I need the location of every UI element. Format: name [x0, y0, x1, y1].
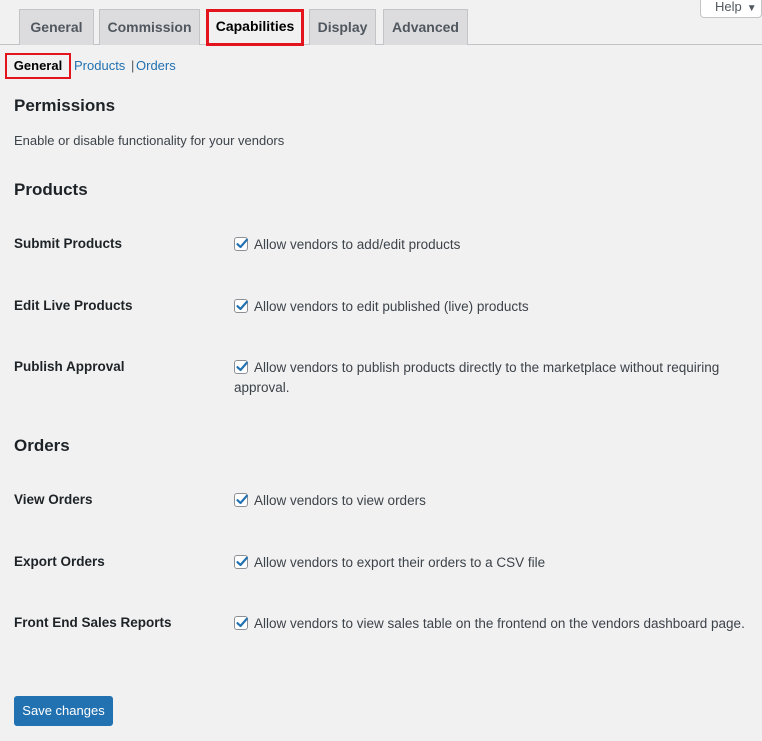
permissions-description: Enable or disable functionality for your…: [14, 133, 285, 148]
edit-live-products-field[interactable]: Allow vendors to edit published (live) p…: [234, 297, 754, 317]
checkmark-icon: [236, 238, 248, 249]
view-orders-field[interactable]: Allow vendors to view orders: [234, 491, 754, 511]
front-end-sales-reports-label: Front End Sales Reports: [14, 615, 172, 630]
export-orders-field[interactable]: Allow vendors to export their orders to …: [234, 553, 754, 573]
publish-approval-label: Publish Approval: [14, 359, 125, 374]
permissions-heading: Permissions: [14, 96, 116, 115]
save-changes-button[interactable]: Save changes: [14, 696, 113, 726]
publish-approval-field[interactable]: Allow vendors to publish products direct…: [234, 358, 754, 398]
tab-display[interactable]: Display: [309, 9, 376, 45]
front-end-sales-reports-text: Allow vendors to view sales table on the…: [254, 616, 745, 631]
tab-general[interactable]: General: [19, 9, 94, 45]
export-orders-label: Export Orders: [14, 554, 105, 569]
submit-products-checkbox[interactable]: [234, 237, 248, 251]
tab-commission[interactable]: Commission: [99, 9, 200, 45]
subnav-separator: |: [131, 58, 135, 73]
edit-live-products-text: Allow vendors to edit published (live) p…: [254, 299, 529, 314]
export-orders-checkbox[interactable]: [234, 555, 248, 569]
publish-approval-checkbox[interactable]: [234, 360, 248, 374]
edit-live-products-label: Edit Live Products: [14, 298, 133, 313]
view-orders-label: View Orders: [14, 492, 93, 507]
submit-products-field[interactable]: Allow vendors to add/edit products: [234, 235, 754, 255]
publish-approval-text: Allow vendors to publish products direct…: [234, 360, 720, 395]
orders-heading: Orders: [14, 436, 70, 455]
subnav-products-link[interactable]: Products: [74, 53, 125, 79]
checkmark-icon: [236, 556, 248, 567]
front-end-sales-reports-field[interactable]: Allow vendors to view sales table on the…: [234, 614, 754, 634]
edit-live-products-checkbox[interactable]: [234, 299, 248, 313]
view-orders-text: Allow vendors to view orders: [254, 493, 426, 508]
export-orders-text: Allow vendors to export their orders to …: [254, 555, 546, 570]
subnav-orders-link[interactable]: Orders: [136, 53, 176, 79]
front-end-sales-reports-checkbox[interactable]: [234, 616, 248, 630]
checkmark-icon: [236, 617, 248, 628]
products-heading: Products: [14, 180, 88, 199]
tab-capabilities[interactable]: Capabilities: [206, 9, 304, 46]
subnav-general[interactable]: General: [5, 53, 71, 79]
checkmark-icon: [236, 300, 248, 311]
checkmark-icon: [236, 494, 248, 505]
settings-tabs: General Commission Capabilities Display …: [0, 0, 762, 46]
submit-products-text: Allow vendors to add/edit products: [254, 237, 461, 252]
submit-products-label: Submit Products: [14, 236, 123, 251]
tab-advanced[interactable]: Advanced: [383, 9, 468, 45]
checkmark-icon: [236, 361, 248, 372]
view-orders-checkbox[interactable]: [234, 493, 248, 507]
